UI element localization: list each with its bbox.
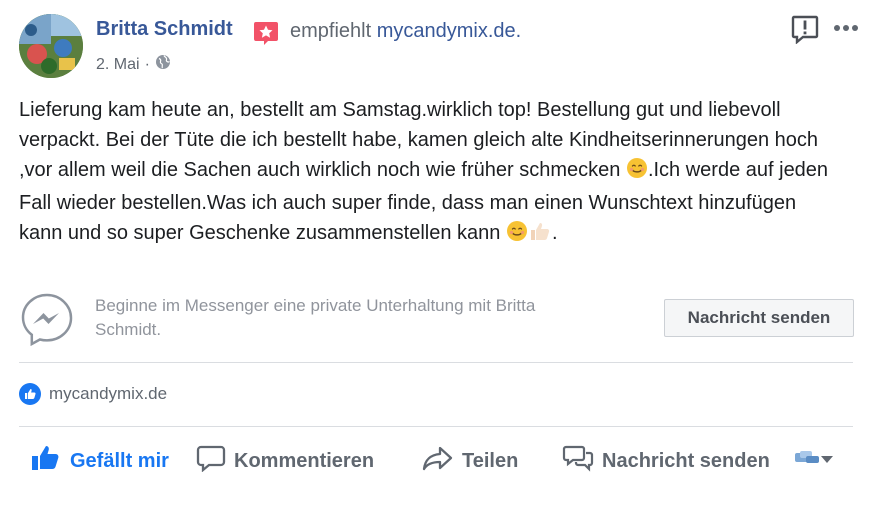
chat-icon xyxy=(562,444,602,478)
post-meta: 2. Mai · xyxy=(96,54,171,75)
like-button[interactable]: Gefällt mir xyxy=(30,441,169,481)
audience-icon xyxy=(794,449,820,470)
chevron-down-icon xyxy=(820,451,834,469)
send-message-button[interactable]: Nachricht senden xyxy=(664,299,854,337)
avatar[interactable] xyxy=(19,14,83,78)
messenger-prompt: Beginne im Messenger eine private Unterh… xyxy=(19,285,854,361)
divider xyxy=(19,426,853,427)
smiling-face-emoji xyxy=(626,157,648,188)
divider xyxy=(19,362,853,363)
audience-selector[interactable] xyxy=(794,449,834,470)
liked-by-page[interactable]: mycandymix.de xyxy=(49,384,167,404)
page-link[interactable]: mycandymix.de. xyxy=(377,20,522,42)
recommendation-line: empfiehlt mycandymix.de. xyxy=(290,20,521,43)
smiling-face-emoji xyxy=(506,220,528,251)
post-text-part: . xyxy=(551,222,558,244)
send-message-label: Nachricht senden xyxy=(602,449,770,472)
thumbs-up-emoji xyxy=(528,220,552,251)
comment-icon xyxy=(196,444,234,478)
report-icon[interactable] xyxy=(790,14,820,45)
recommends-text: empfiehlt xyxy=(290,20,372,42)
comment-label: Kommentieren xyxy=(234,449,375,472)
action-bar: Gefällt mir Kommentieren Teilen Nachrich… xyxy=(30,441,853,481)
globe-icon[interactable] xyxy=(155,54,171,75)
messenger-prompt-text: Beginne im Messenger eine private Unterh… xyxy=(95,296,536,339)
recommendation-star-icon xyxy=(253,20,279,46)
share-icon xyxy=(422,444,462,478)
thumbs-up-icon xyxy=(30,444,70,478)
author-name[interactable]: Britta Schmidt xyxy=(96,18,233,41)
like-badge-icon xyxy=(19,383,41,405)
share-button[interactable]: Teilen xyxy=(422,441,518,481)
messenger-icon xyxy=(19,291,75,347)
comment-button[interactable]: Kommentieren xyxy=(196,441,374,481)
likes-row: mycandymix.de xyxy=(19,383,167,405)
facebook-post: Britta Schmidt empfiehlt mycandymix.de. … xyxy=(0,0,873,506)
post-date[interactable]: 2. Mai xyxy=(96,56,140,74)
more-icon[interactable] xyxy=(831,16,861,40)
share-label: Teilen xyxy=(462,449,519,472)
like-label: Gefällt mir xyxy=(70,449,169,472)
separator-dot: · xyxy=(144,55,150,73)
send-message-action-button[interactable]: Nachricht senden xyxy=(562,441,770,481)
post-body: Lieferung kam heute an, bestellt am Sams… xyxy=(19,95,829,251)
